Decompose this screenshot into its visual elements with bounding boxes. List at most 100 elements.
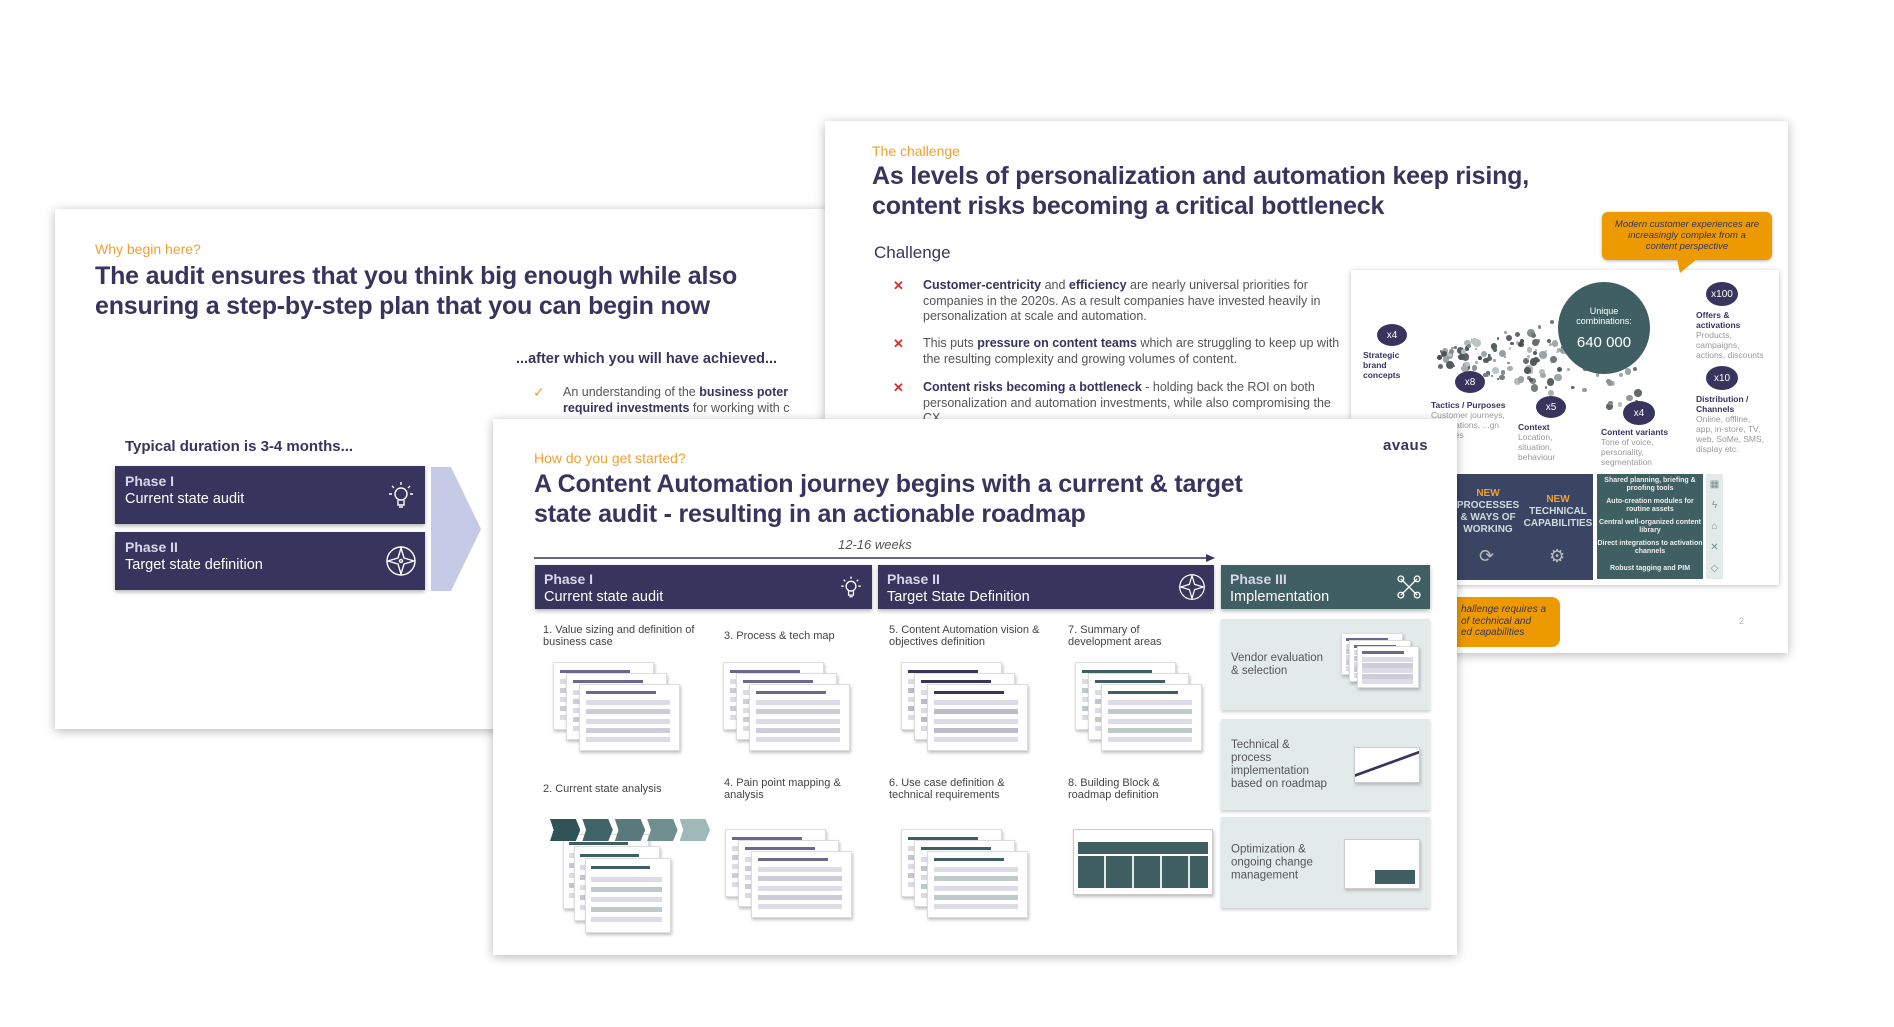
particle-dot — [1517, 376, 1525, 383]
particle-dot — [1445, 361, 1454, 370]
callout-line: of technical and — [1461, 615, 1532, 627]
thumbnail-line — [580, 854, 639, 858]
step-4-thumbnails — [725, 829, 855, 919]
particle-dot — [1458, 353, 1465, 361]
thumbnail-line — [933, 858, 1004, 862]
slide-thumbnail — [751, 850, 853, 919]
thumbnail-line — [755, 709, 841, 715]
phase-name: Current state audit — [544, 589, 664, 605]
challenge-bullet: ✕ This puts pressure on content teams whi… — [893, 336, 1340, 366]
step-label: 4. Pain point mapping & analysis — [724, 777, 841, 801]
particle-dot — [1531, 333, 1537, 339]
bubble-value: 640 000 — [1576, 333, 1632, 351]
phase-1-header: Phase I Current state audit — [535, 565, 872, 609]
step-5-thumbnails — [901, 662, 1031, 752]
particle-dot — [1496, 337, 1500, 341]
particle-dot — [1556, 367, 1562, 373]
node-label: Strategic brand concepts — [1363, 350, 1401, 380]
thumbnail-line — [933, 727, 1019, 733]
thumbnail-line — [755, 718, 841, 724]
implementation-card: Vendor evaluation & selection — [1221, 619, 1430, 710]
card-text: Technical & process implementation based… — [1231, 738, 1327, 790]
implementation-card: Technical & process implementation based… — [1221, 719, 1430, 810]
multiplier-bubble: x10 — [1706, 366, 1738, 390]
multiplier-bubble: x8 — [1455, 371, 1485, 393]
check-icon: ✓ — [533, 384, 545, 400]
particle-dot — [1477, 356, 1482, 360]
thumbnail-line — [1107, 736, 1193, 742]
thumbnail-line — [591, 866, 650, 870]
thumbnail-line — [591, 896, 663, 902]
particle-dot — [1483, 372, 1488, 377]
slide-kicker: The challenge — [872, 143, 960, 159]
thumbnail-line — [755, 700, 841, 706]
particle-dot — [1483, 357, 1489, 364]
node-label: Offers & activations Products, campaigns,… — [1696, 310, 1764, 360]
thumbnail-line — [591, 917, 663, 923]
callout-pointer — [1677, 259, 1697, 273]
particle-dot — [1497, 378, 1500, 381]
thumbnail-line — [585, 718, 671, 724]
particle-dot — [1451, 346, 1454, 350]
lightning-icon: ϟ — [1706, 495, 1723, 516]
card-thumbnail — [1341, 633, 1421, 689]
new-processes-label: NEW PROCESSES & WAYS OF WORKING — [1456, 488, 1520, 535]
node-label: Context Location, situation, behaviour — [1518, 422, 1556, 462]
callout-line: hallenge requires a — [1461, 604, 1547, 615]
particle-dot — [1617, 402, 1623, 407]
thumbnail-line — [591, 876, 663, 882]
new-capabilities-panel: NEW PROCESSES & WAYS OF WORKING NEW TECHNI… — [1453, 474, 1593, 580]
particle-dot — [1514, 332, 1520, 338]
capability-item: Central well-organized content library — [1597, 516, 1703, 537]
thumbnail-line — [757, 876, 843, 882]
particle-dot — [1506, 334, 1513, 341]
phase-label: Phase I — [544, 571, 594, 587]
particle-dot — [1626, 394, 1633, 401]
multiplier-bubble: x5 — [1536, 396, 1566, 418]
phase-name: Implementation — [1230, 589, 1330, 605]
particle-dot — [1524, 367, 1532, 374]
step-label: 8. Building Block & roadmap definition — [1068, 777, 1160, 801]
archive-icon: ⌂ — [1706, 516, 1723, 537]
thumbnail-line — [755, 691, 826, 695]
particle-dot — [1493, 348, 1498, 353]
slide-thumbnail — [579, 683, 681, 752]
particle-dot — [1582, 387, 1587, 393]
particle-dot — [1556, 350, 1560, 354]
multiplier-bubble: x4 — [1377, 324, 1407, 346]
lightbulb-icon — [389, 482, 413, 508]
node-label: Content variants Tone of voice, personali… — [1601, 427, 1669, 467]
page-number: 2 — [1739, 616, 1745, 626]
thumbnail-line — [933, 718, 1019, 724]
thumbnail-line — [755, 727, 841, 733]
thumbnail-line — [1361, 662, 1413, 668]
phase-name: Current state audit — [125, 491, 245, 507]
timeline-arrow — [534, 554, 1215, 562]
lightbulb-icon — [841, 576, 861, 598]
particle-dot — [1492, 366, 1500, 374]
thumbnail-line — [585, 736, 671, 742]
particle-dot — [1508, 347, 1512, 350]
thumbnail-line — [585, 727, 671, 733]
step-1-thumbnails — [553, 662, 683, 752]
challenge-bullet: ✕ Customer-centricity and efficiency are … — [893, 278, 1321, 323]
thumbnail-line — [757, 903, 843, 909]
particle-dot — [1554, 373, 1562, 382]
particle-dot — [1624, 368, 1632, 375]
thumbnail-line — [933, 867, 1019, 873]
particle-dot — [1618, 373, 1623, 378]
particle-dot — [1510, 341, 1514, 346]
particle-dot — [1437, 363, 1444, 370]
particle-dot — [1550, 320, 1555, 325]
phase-2-box: Phase II Target state definition — [115, 532, 425, 590]
thumbnail-line — [1361, 673, 1413, 679]
thumbnail-line — [757, 885, 843, 891]
thumbnail-line — [933, 700, 1019, 706]
phase-name: Target state definition — [125, 557, 263, 573]
callout-line: ed capabilities — [1461, 627, 1525, 638]
particle-dot — [1539, 351, 1547, 359]
capability-list: Shared planning, briefing & proofing too… — [1597, 474, 1727, 580]
particle-dot — [1531, 339, 1539, 346]
capability-item: Direct integrations to activation channe… — [1597, 537, 1703, 558]
thumbnail-line — [1107, 718, 1193, 724]
